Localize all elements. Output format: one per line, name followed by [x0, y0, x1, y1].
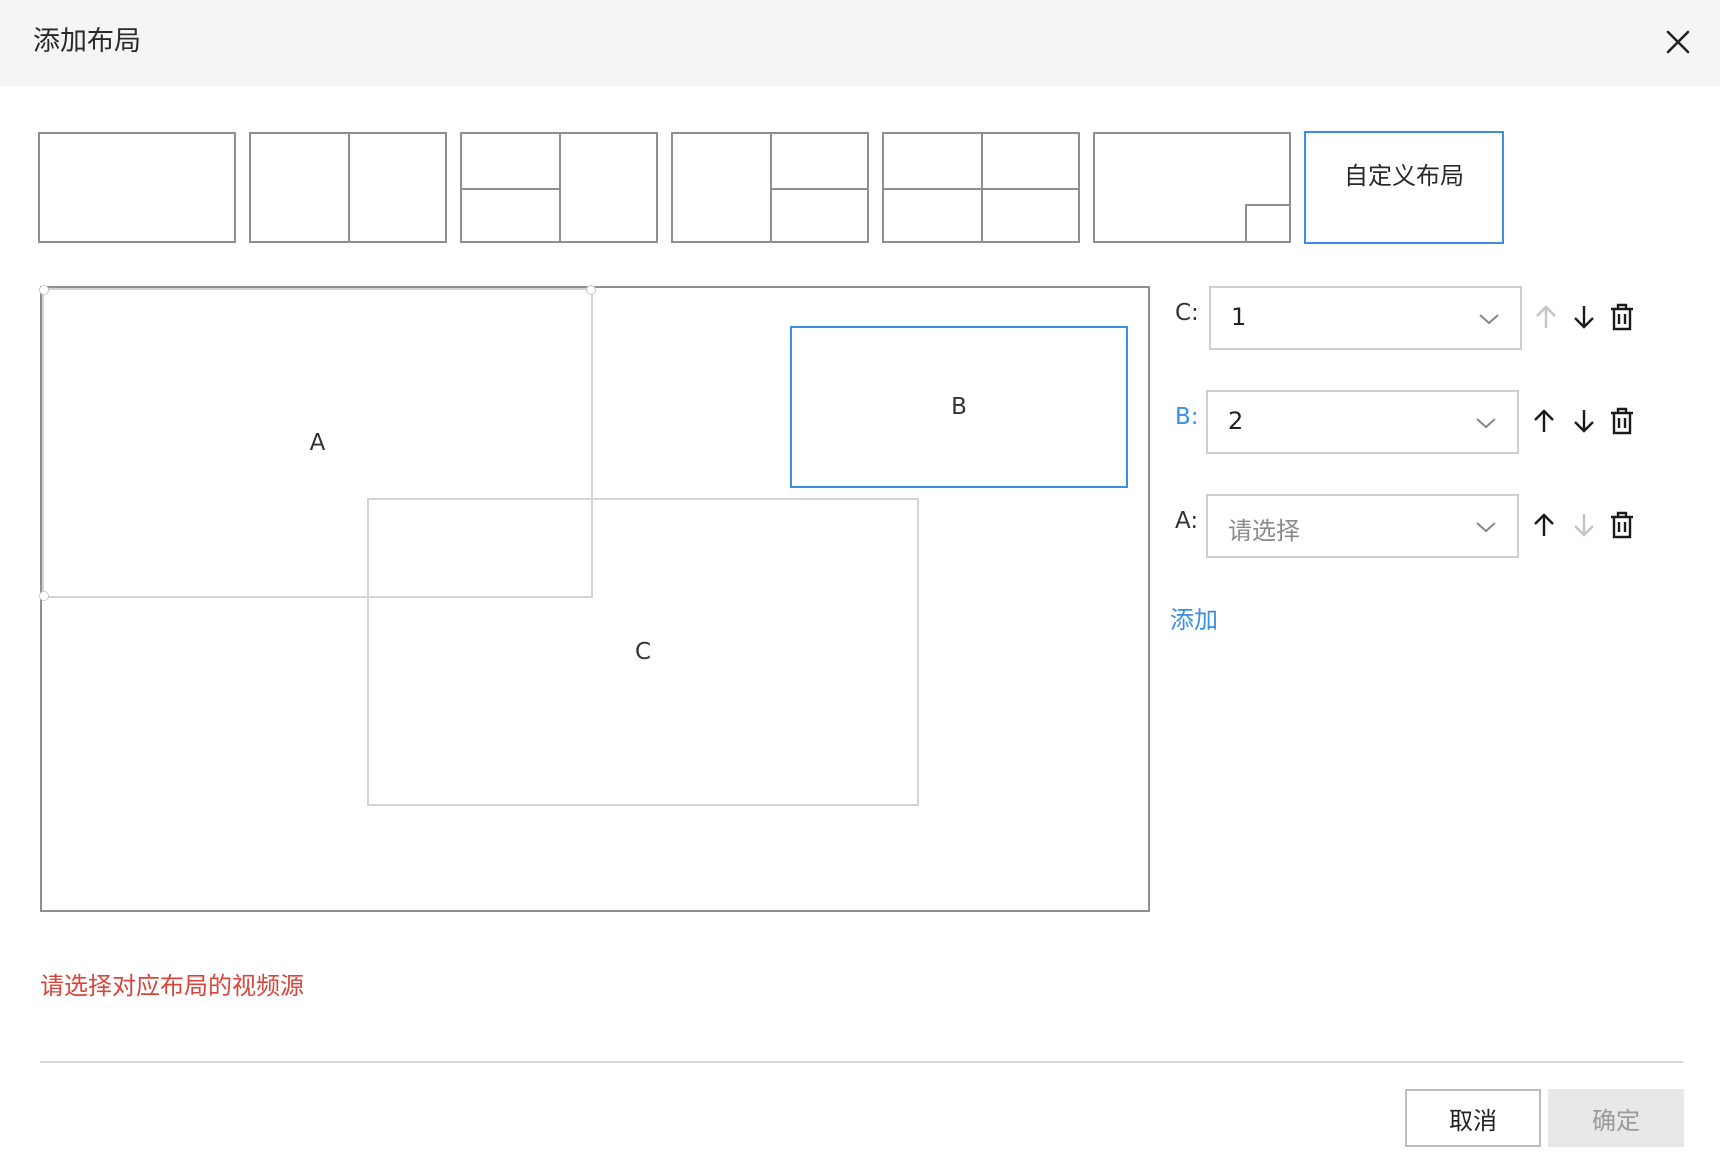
- preset-divider: [348, 134, 350, 241]
- chevron-down-icon: [1479, 314, 1499, 325]
- preset-divider: [884, 188, 1078, 190]
- resize-handle[interactable]: [39, 285, 49, 295]
- dialog-title: 添加布局: [33, 26, 141, 57]
- preset-four-grid-layout[interactable]: [882, 132, 1080, 243]
- move-up-icon[interactable]: [1532, 302, 1560, 332]
- preset-single-layout[interactable]: [38, 132, 236, 243]
- layer-row-c: C: 1: [1170, 286, 1640, 350]
- move-down-icon[interactable]: [1570, 406, 1598, 436]
- move-up-icon[interactable]: [1530, 510, 1558, 540]
- select-placeholder: 请选择: [1228, 517, 1300, 545]
- move-up-icon[interactable]: [1530, 406, 1558, 436]
- chevron-down-icon: [1476, 522, 1496, 533]
- video-source-select[interactable]: 2: [1206, 390, 1519, 454]
- resize-handle[interactable]: [39, 591, 49, 601]
- layer-label: C:: [1175, 300, 1199, 326]
- add-layout-dialog: 添加布局 自定义布局 A B C C: 1 B: 2 A: 请选择 添加 请选择…: [0, 0, 1720, 1168]
- preset-divider: [462, 188, 560, 190]
- confirm-button[interactable]: 确定: [1548, 1089, 1684, 1147]
- preset-custom-label: 自定义布局: [1344, 162, 1464, 190]
- resize-handle[interactable]: [586, 285, 596, 295]
- delete-icon[interactable]: [1608, 302, 1636, 332]
- delete-icon[interactable]: [1608, 510, 1636, 540]
- preset-divider: [1245, 204, 1289, 206]
- preset-custom-layout[interactable]: 自定义布局: [1304, 131, 1504, 244]
- dialog-header: 添加布局: [0, 0, 1720, 86]
- layer-row-a: A: 请选择: [1170, 494, 1640, 558]
- video-source-select[interactable]: 1: [1209, 286, 1522, 350]
- layer-label: B:: [1175, 404, 1199, 430]
- layer-row-b: B: 2: [1170, 390, 1640, 454]
- close-icon[interactable]: [1660, 24, 1696, 60]
- video-source-select[interactable]: 请选择: [1206, 494, 1519, 558]
- preset-left-full-right-split-layout[interactable]: [671, 132, 869, 243]
- region-b[interactable]: B: [790, 326, 1128, 488]
- move-down-icon[interactable]: [1570, 510, 1598, 540]
- preset-divider: [771, 188, 867, 190]
- footer-divider: [40, 1061, 1683, 1063]
- layer-label: A:: [1175, 508, 1199, 534]
- validation-message: 请选择对应布局的视频源: [40, 972, 304, 1000]
- region-c-label: C: [634, 639, 652, 665]
- preset-picture-in-picture-layout[interactable]: [1093, 132, 1291, 243]
- preset-two-columns-layout[interactable]: [249, 132, 447, 243]
- add-layer-link[interactable]: 添加: [1170, 600, 1218, 635]
- region-c[interactable]: C: [367, 498, 919, 806]
- cancel-button[interactable]: 取消: [1405, 1089, 1541, 1147]
- select-value: 2: [1228, 407, 1244, 435]
- region-a-label: A: [309, 430, 326, 456]
- delete-icon[interactable]: [1608, 406, 1636, 436]
- preset-divider: [1245, 204, 1247, 241]
- move-down-icon[interactable]: [1570, 302, 1598, 332]
- preset-left-split-right-full-layout[interactable]: [460, 132, 658, 243]
- layout-canvas[interactable]: A B C: [39, 285, 1150, 912]
- select-value: 1: [1231, 303, 1247, 331]
- chevron-down-icon: [1476, 418, 1496, 429]
- region-b-label: B: [951, 394, 967, 420]
